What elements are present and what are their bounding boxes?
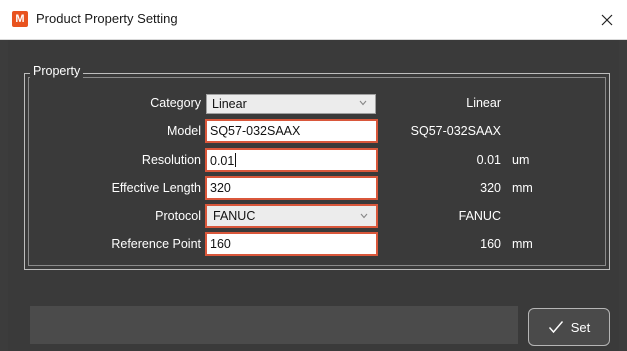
model-label: Model bbox=[166, 124, 201, 138]
category-readout: Linear bbox=[466, 96, 501, 110]
category-select-value: Linear bbox=[212, 97, 247, 111]
set-button[interactable]: Set bbox=[528, 308, 610, 346]
checkmark-icon bbox=[548, 321, 563, 334]
text-caret bbox=[235, 153, 237, 167]
effective-length-input[interactable]: 320 bbox=[205, 176, 378, 200]
property-group-label: Property bbox=[30, 64, 84, 78]
close-icon bbox=[601, 14, 613, 25]
reference-point-label: Reference Point bbox=[111, 237, 201, 251]
app-logo-icon: M bbox=[12, 11, 28, 27]
model-input[interactable]: SQ57-032SAAX bbox=[205, 119, 378, 143]
protocol-label: Protocol bbox=[155, 209, 201, 223]
effective-length-readout: 320 bbox=[480, 181, 501, 195]
effective-length-unit: mm bbox=[512, 181, 533, 195]
protocol-select-value: FANUC bbox=[213, 209, 256, 223]
resolution-label: Resolution bbox=[141, 153, 201, 167]
reference-point-input[interactable]: 160 bbox=[205, 232, 378, 256]
effective-length-input-value: 320 bbox=[210, 181, 231, 195]
resolution-readout: 0.01 bbox=[476, 153, 501, 167]
model-readout: SQ57-032SAAX bbox=[410, 124, 501, 138]
category-label: Category bbox=[150, 96, 201, 110]
effective-length-label: Effective Length bbox=[111, 181, 201, 195]
protocol-readout: FANUC bbox=[458, 209, 501, 223]
reference-point-readout: 160 bbox=[480, 237, 501, 251]
resolution-unit: um bbox=[512, 153, 530, 167]
window-title: Product Property Setting bbox=[36, 11, 178, 26]
model-input-value: SQ57-032SAAX bbox=[210, 124, 301, 138]
close-button[interactable] bbox=[587, 0, 627, 39]
reference-point-unit: mm bbox=[512, 237, 533, 251]
title-bar: M Product Property Setting bbox=[0, 0, 627, 40]
resolution-input-value: 0.01 bbox=[210, 154, 235, 168]
protocol-select[interactable]: FANUC bbox=[205, 204, 378, 228]
reference-point-input-value: 160 bbox=[210, 237, 231, 251]
set-button-label: Set bbox=[570, 319, 591, 335]
chevron-down-icon bbox=[359, 100, 367, 106]
category-select[interactable]: Linear bbox=[206, 94, 376, 114]
status-bar bbox=[30, 306, 518, 344]
chevron-down-icon bbox=[360, 213, 368, 219]
resolution-input[interactable]: 0.01 bbox=[205, 148, 378, 172]
